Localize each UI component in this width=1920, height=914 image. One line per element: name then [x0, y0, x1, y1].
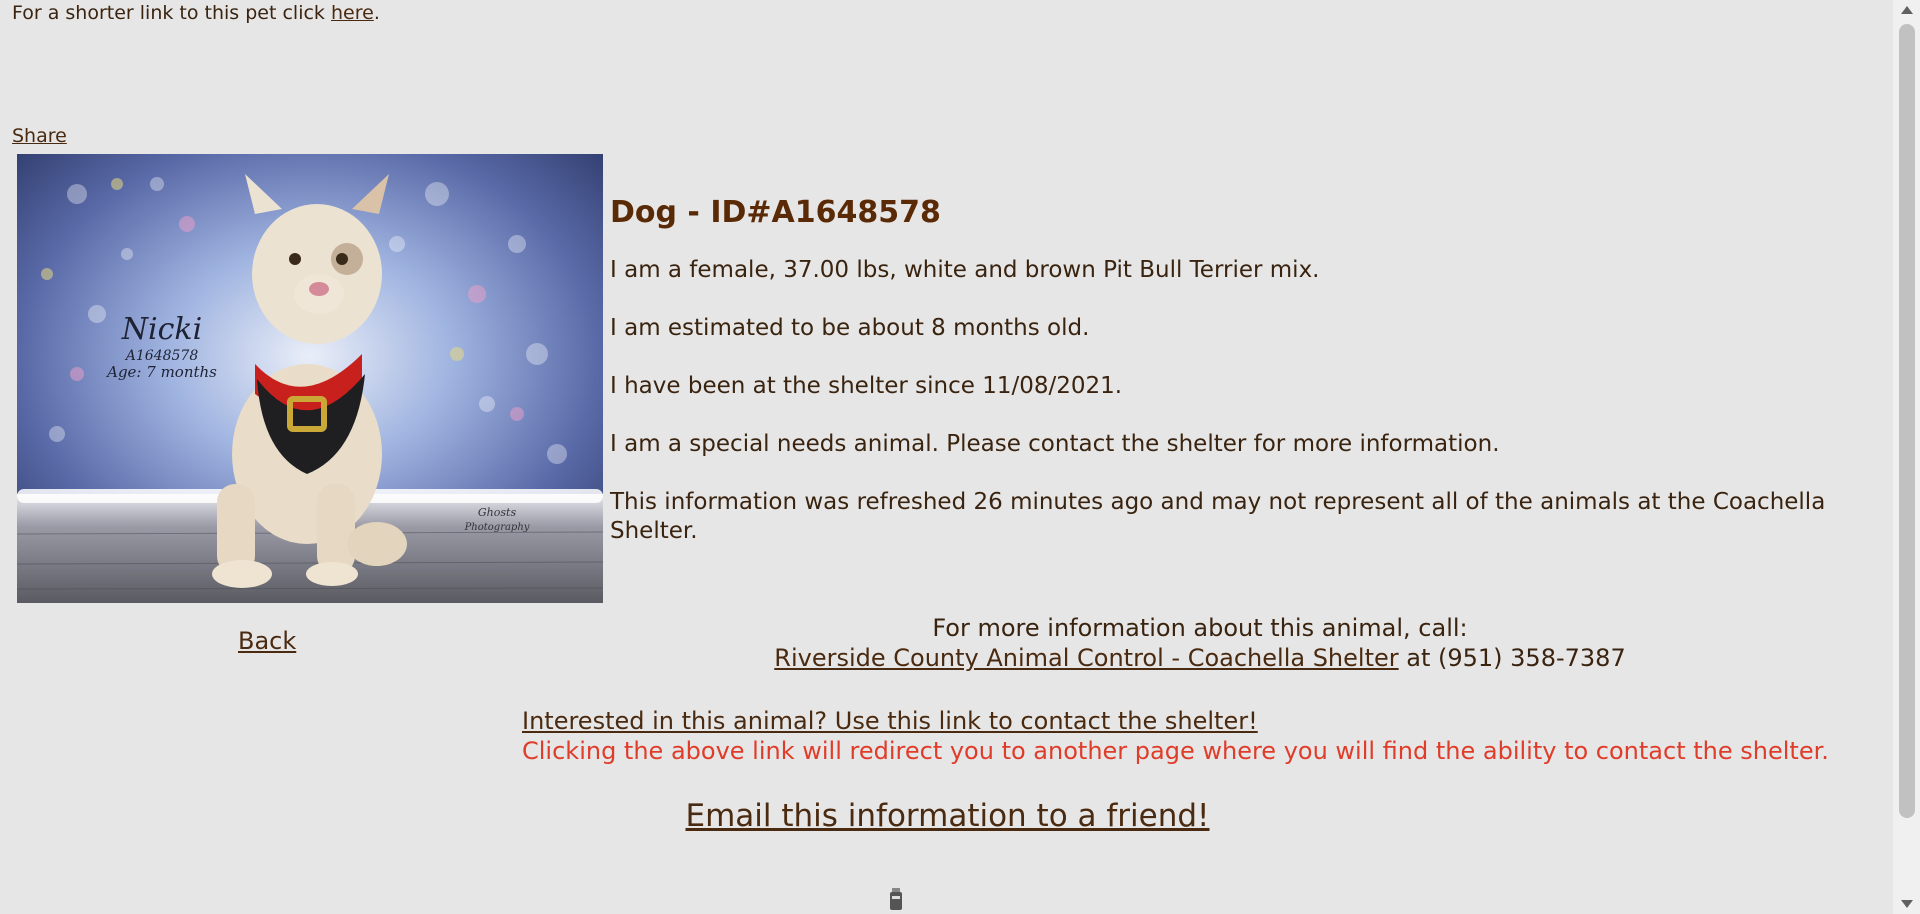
interest-section: Interested in this animal? Use this link… [522, 706, 1829, 766]
shorter-link-suffix: . [373, 2, 380, 24]
animal-special-needs: I am a special needs animal. Please cont… [610, 431, 1500, 457]
refresh-notice: This information was refreshed 26 minute… [610, 489, 1826, 544]
contact-info: For more information about this animal, … [560, 613, 1840, 673]
animal-shelter-since: I have been at the shelter since 11/08/2… [610, 373, 1123, 399]
animal-description: I am a female, 37.00 lbs, white and brow… [610, 257, 1320, 283]
share-link[interactable]: Share [12, 125, 67, 147]
animal-age: I am estimated to be about 8 months old. [610, 315, 1090, 341]
shorter-link-here[interactable]: here [331, 2, 374, 24]
page-scrollbar[interactable] [1893, 0, 1920, 914]
redirect-warning: Clicking the above link will redirect yo… [522, 737, 1829, 765]
shorter-link-line: For a shorter link to this pet click her… [12, 2, 380, 24]
photo-age-text: Age: 7 months [105, 363, 217, 381]
scroll-down-icon[interactable] [1901, 900, 1913, 908]
shelter-phone: at (951) 358-7387 [1398, 644, 1626, 672]
call-line: For more information about this animal, … [932, 614, 1468, 642]
loading-icon [889, 888, 903, 910]
photo-credit-2: Photography [464, 522, 530, 533]
pet-photo: Nicki A1648578 Age: 7 months Ghosts Phot… [17, 154, 603, 603]
shorter-link-prefix: For a shorter link to this pet click [12, 2, 331, 24]
contact-shelter-link[interactable]: Interested in this animal? Use this link… [522, 707, 1258, 735]
email-friend-link[interactable]: Email this information to a friend! [686, 798, 1210, 834]
photo-name-text: Nicki [121, 312, 202, 347]
photo-credit-1: Ghosts [478, 506, 517, 519]
animal-title: Dog - ID#A1648578 [610, 195, 941, 230]
scroll-up-icon[interactable] [1901, 6, 1913, 14]
back-link[interactable]: Back [238, 627, 296, 655]
shelter-contact-line: Riverside County Animal Control - Coache… [560, 643, 1840, 673]
scrollbar-thumb[interactable] [1899, 24, 1915, 818]
animal-info: Dog - ID#A1648578 I am a female, 37.00 l… [610, 195, 1850, 575]
email-section: Email this information to a friend! [0, 798, 1895, 834]
pet-photo-image: Nicki A1648578 Age: 7 months Ghosts Phot… [17, 154, 603, 603]
shelter-link[interactable]: Riverside County Animal Control - Coache… [774, 644, 1398, 672]
photo-id-text: A1648578 [124, 348, 199, 364]
